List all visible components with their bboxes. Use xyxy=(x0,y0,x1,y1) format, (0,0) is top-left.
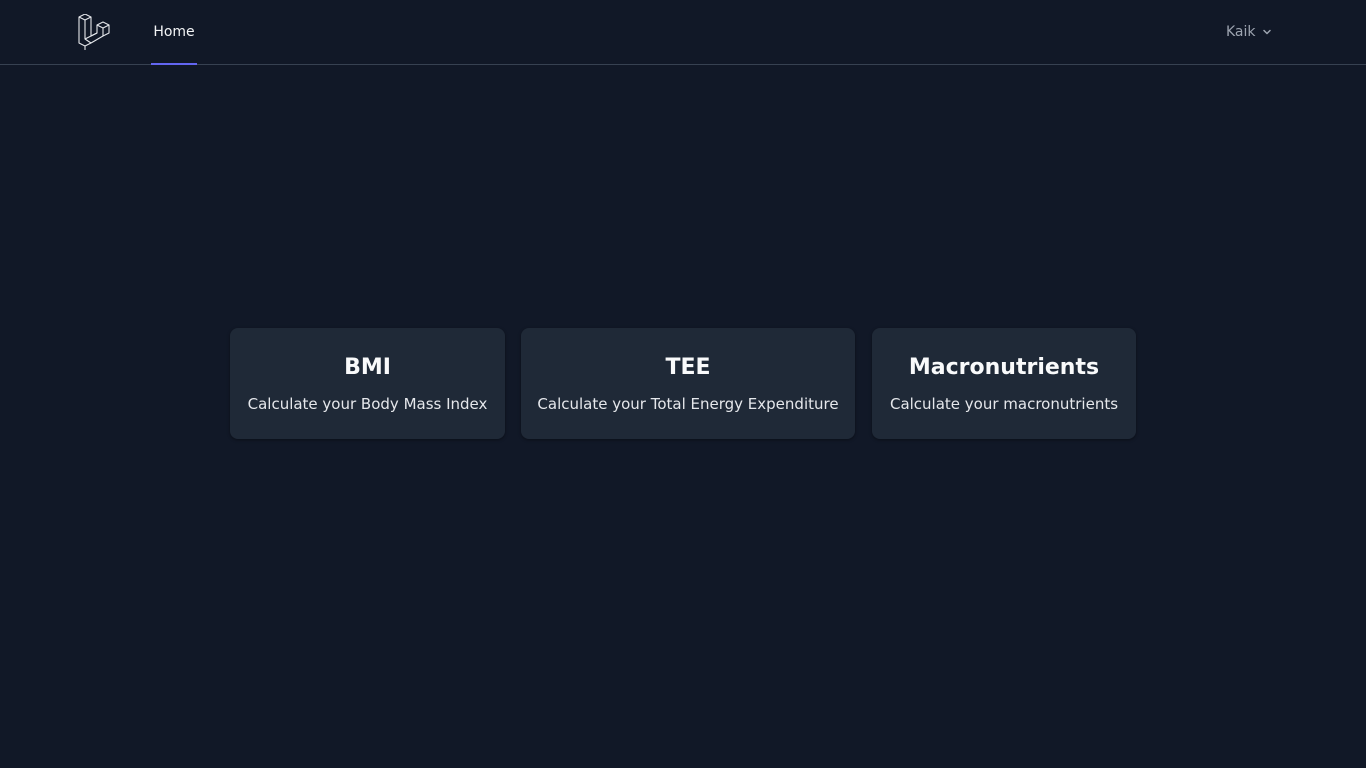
card-description: Calculate your Total Energy Expenditure xyxy=(537,395,839,413)
bmi-card[interactable]: BMI Calculate your Body Mass Index xyxy=(230,328,505,439)
card-description: Calculate your macronutrients xyxy=(889,395,1119,413)
card-description: Calculate your Body Mass Index xyxy=(247,395,488,413)
top-navbar: Home Kaik xyxy=(0,0,1366,65)
chevron-down-icon xyxy=(1262,27,1272,37)
card-title: BMI xyxy=(344,355,391,380)
card-title: TEE xyxy=(665,355,711,380)
user-menu-dropdown[interactable]: Kaik xyxy=(1226,21,1272,43)
nav-home-link[interactable]: Home xyxy=(151,0,197,65)
card-title: Macronutrients xyxy=(908,355,1100,380)
user-name: Kaik xyxy=(1226,24,1256,40)
tee-card[interactable]: TEE Calculate your Total Energy Expendit… xyxy=(521,328,855,439)
macronutrients-card[interactable]: Macronutrients Calculate your macronutri… xyxy=(872,328,1136,439)
laravel-logo-icon[interactable] xyxy=(77,13,111,50)
